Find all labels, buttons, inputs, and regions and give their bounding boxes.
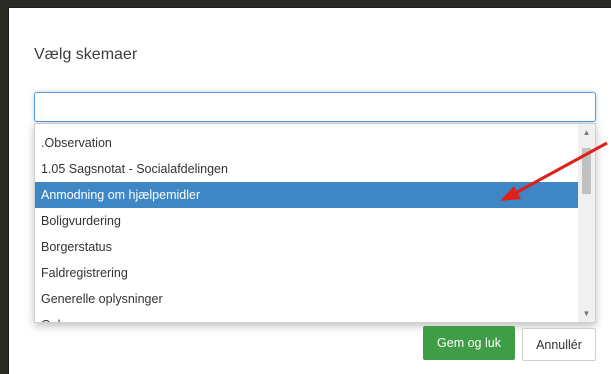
red-arrow-icon: [500, 141, 608, 201]
